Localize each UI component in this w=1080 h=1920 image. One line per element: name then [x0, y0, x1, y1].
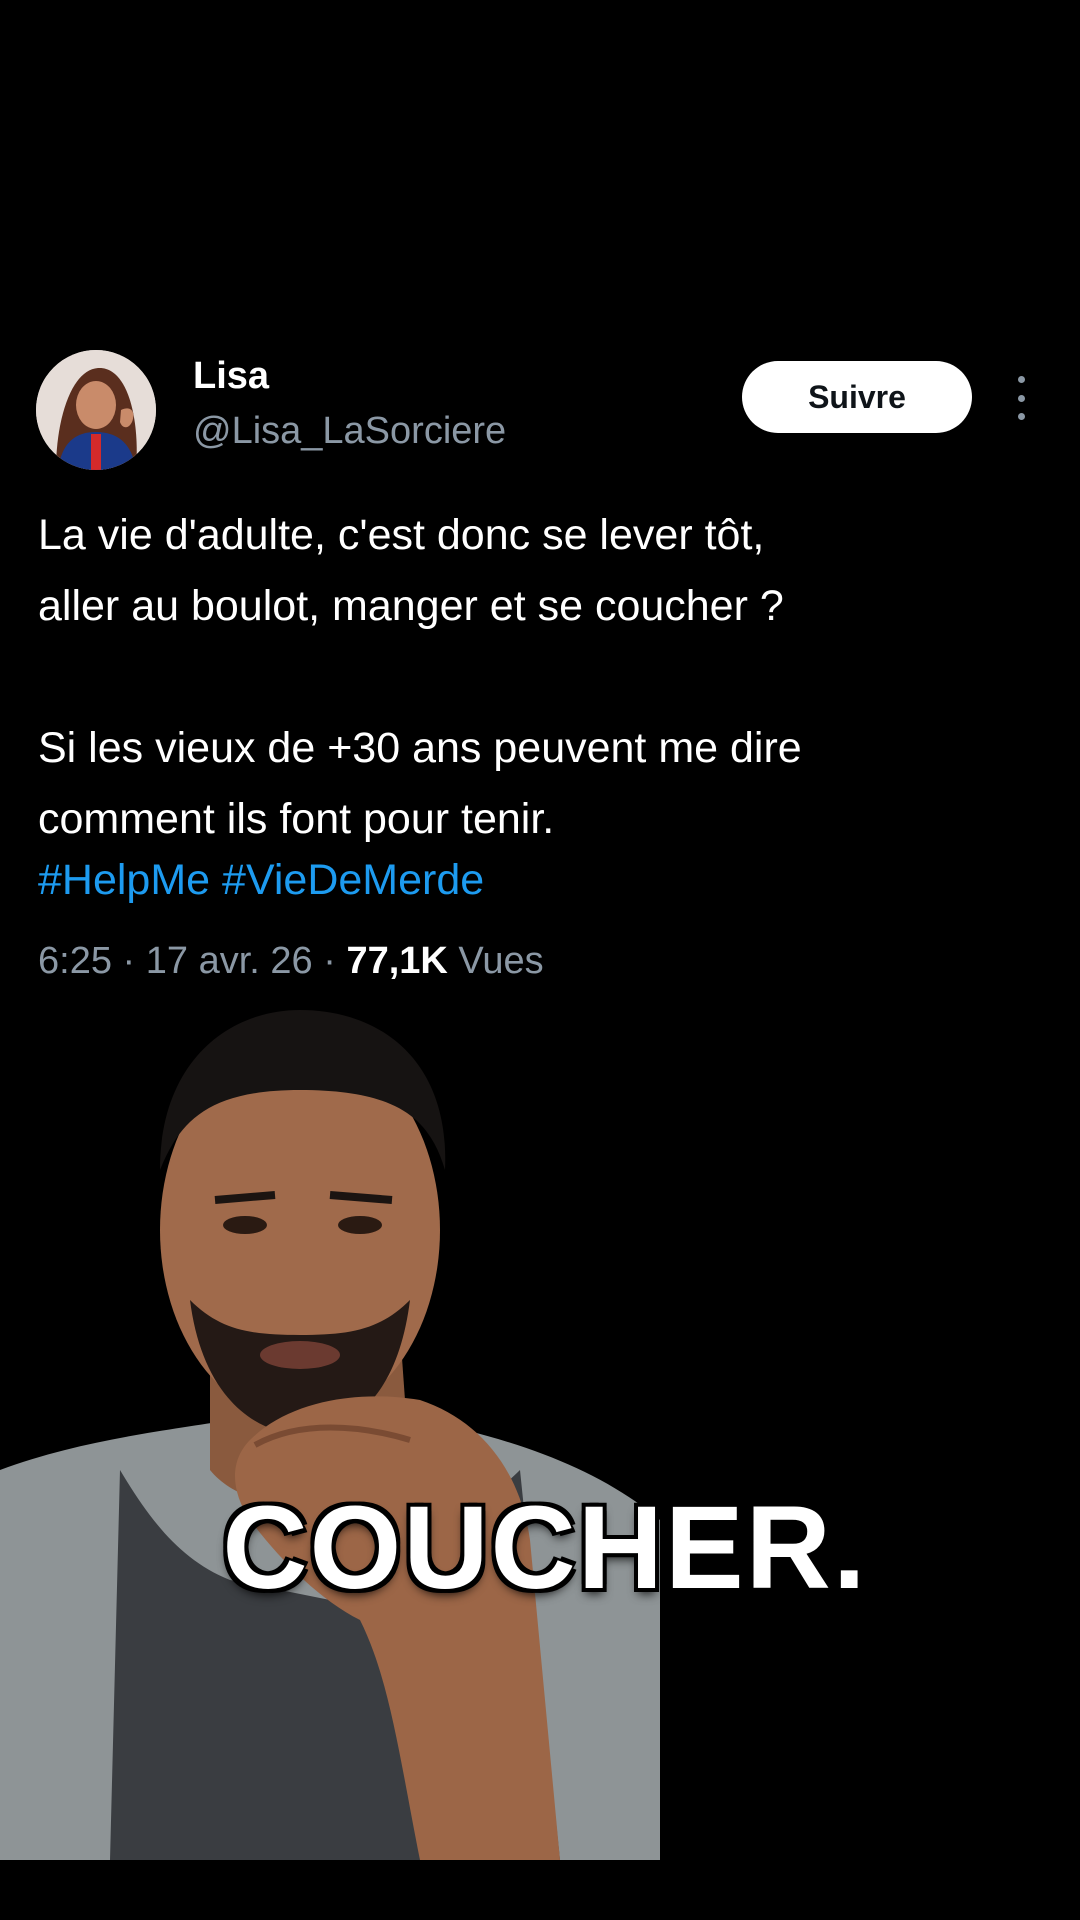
handle[interactable]: @Lisa_LaSorciere: [193, 410, 506, 453]
display-name[interactable]: Lisa: [193, 355, 269, 398]
dot: [1017, 413, 1025, 420]
hashtag-viedemerde[interactable]: #VieDeMerde: [222, 856, 484, 904]
follow-button[interactable]: Suivre: [742, 361, 972, 433]
hashtags: #HelpMe #VieDeMerde: [38, 845, 484, 916]
tweet-text: La vie d'adulte, c'est donc se lever tôt…: [38, 500, 1048, 855]
views-label: Vues: [458, 940, 544, 982]
tweet-meta: 6:25 · 17 avr. 26 · 77,1K Vues: [38, 940, 544, 983]
more-vertical-icon[interactable]: [1006, 376, 1036, 420]
tweet-text-line: aller au boulot, manger et se coucher ?: [38, 582, 784, 630]
meta-separator: ·: [122, 940, 146, 982]
video-caption: COUCHER.: [222, 1482, 868, 1614]
tweet-text-line: Si les vieux de +30 ans peuvent me dire: [38, 724, 802, 772]
avatar[interactable]: [36, 350, 156, 470]
tweet-time[interactable]: 6:25: [38, 940, 112, 982]
meta-separator: ·: [323, 940, 347, 982]
video-frame[interactable]: [0, 1000, 1080, 1860]
paragraph-break: [38, 642, 1048, 713]
dot: [1017, 394, 1025, 402]
views-count: 77,1K: [346, 940, 448, 982]
tweet-date[interactable]: 17 avr. 26: [146, 940, 313, 982]
avatar-image: [36, 350, 156, 470]
dot: [1017, 376, 1025, 383]
tweet-text-line: La vie d'adulte, c'est donc se lever tôt…: [38, 511, 765, 559]
video-person-image: [0, 1000, 1080, 1860]
hashtag-helpme[interactable]: #HelpMe: [38, 856, 210, 904]
